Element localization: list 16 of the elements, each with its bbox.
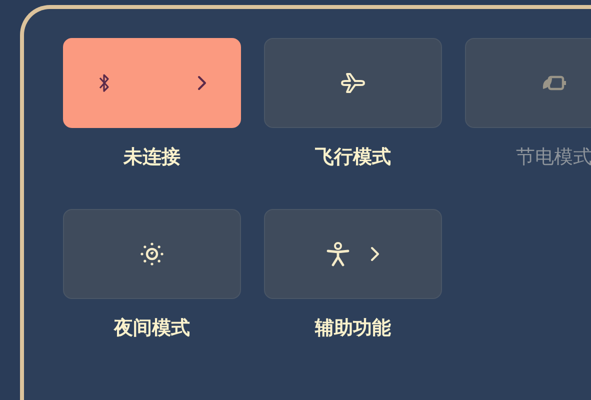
toggle-tile[interactable] bbox=[63, 209, 241, 299]
bluetooth-icon bbox=[97, 72, 111, 94]
chevron-right-icon bbox=[370, 246, 380, 262]
battery-leaf-icon bbox=[540, 73, 568, 93]
brightness-icon bbox=[139, 241, 165, 267]
toggle-tile[interactable] bbox=[264, 38, 442, 128]
toggle-tile[interactable] bbox=[264, 209, 442, 299]
tile-label: 夜间模式 bbox=[114, 316, 190, 340]
chevron-right-icon bbox=[197, 75, 207, 91]
tile-label: 辅助功能 bbox=[315, 316, 391, 340]
airplane-icon bbox=[340, 72, 366, 94]
tile-label: 未连接 bbox=[124, 145, 180, 169]
toggle-tile[interactable] bbox=[63, 38, 241, 128]
tile-label: 飞行模式 bbox=[315, 145, 391, 169]
accessibility-icon bbox=[326, 241, 350, 267]
tile-label: 节电模式 bbox=[516, 145, 591, 169]
